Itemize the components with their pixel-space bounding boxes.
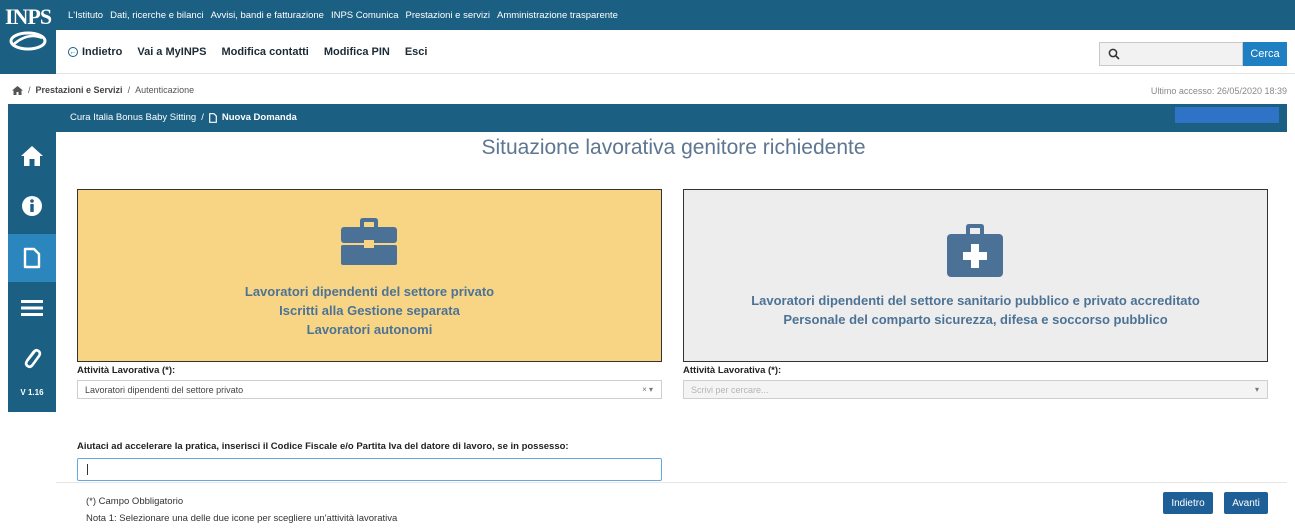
activity-select-left-value: Lavoratori dipendenti del settore privat… <box>85 384 244 395</box>
back-button[interactable]: Indietro <box>1163 492 1213 514</box>
breadcrumb: / Prestazioni e Servizi / Autenticazione… <box>0 80 1295 102</box>
search-input[interactable] <box>1099 42 1243 66</box>
card-left-line1: Lavoratori dipendenti del settore privat… <box>244 284 495 299</box>
file-icon <box>208 112 217 123</box>
user-box <box>1175 107 1279 123</box>
sidebar-item-menu[interactable] <box>8 284 56 332</box>
activity-label-left: Attività Lavorativa (*): <box>77 365 176 376</box>
employer-cf-input[interactable] <box>77 458 662 481</box>
card-left-line3: Lavoratori autonomi <box>306 322 433 337</box>
top-link-trasparente[interactable]: Amministrazione trasparente <box>497 10 618 21</box>
sidebar-item-attachments[interactable] <box>8 334 56 382</box>
service-crumb-sep: / <box>201 112 204 123</box>
app-version: V 1.16 <box>20 388 44 397</box>
activity-label-right: Attività Lavorativa (*): <box>683 365 782 376</box>
text-caret <box>87 464 88 475</box>
nav-pin-link[interactable]: Modifica PIN <box>324 46 390 58</box>
nav-exit-link[interactable]: Esci <box>405 46 428 58</box>
nav-back-label: Indietro <box>82 46 123 58</box>
service-page: Nuova Domanda <box>221 112 297 123</box>
breadcrumb-sep: / <box>127 85 131 95</box>
info-icon <box>22 196 42 216</box>
nav-myinps-link[interactable]: Vai a MyINPS <box>137 46 206 58</box>
user-nav-bar: ← Indietro Vai a MyINPS Modifica contatt… <box>56 30 1295 74</box>
activity-select-right-placeholder: Scrivi per cercare... <box>691 384 769 395</box>
next-button[interactable]: Avanti <box>1224 492 1268 514</box>
menu-icon <box>21 300 43 316</box>
top-link-istituto[interactable]: L'Istituto <box>68 10 103 21</box>
paperclip-icon <box>24 348 42 369</box>
required-note: (*) Campo Obbligatorio <box>86 496 184 507</box>
home-icon[interactable] <box>12 85 23 95</box>
top-link-comunica[interactable]: INPS Comunica <box>331 10 399 21</box>
top-link-prestazioni[interactable]: Prestazioni e servizi <box>406 10 490 21</box>
nav-back-link[interactable]: ← Indietro <box>68 46 122 58</box>
activity-select-left[interactable]: Lavoratori dipendenti del settore privat… <box>77 380 662 399</box>
divider <box>56 482 1287 483</box>
document-icon <box>23 247 41 269</box>
inps-logo[interactable]: INPS <box>0 0 56 74</box>
search-button[interactable]: Cerca <box>1243 42 1287 66</box>
arrow-left-circle-icon: ← <box>68 47 78 57</box>
search-icon <box>1108 48 1120 60</box>
last-access: Ultimo accesso: 26/05/2020 18:39 <box>1150 86 1287 96</box>
card-private-workers[interactable]: Lavoratori dipendenti del settore privat… <box>77 189 662 362</box>
top-link-avvisi[interactable]: Avvisi, bandi e fatturazione <box>211 10 324 21</box>
chevron-down-icon: ▾ <box>1254 385 1259 394</box>
sidebar-item-info[interactable] <box>8 182 56 230</box>
nav-contacts-link[interactable]: Modifica contatti <box>221 46 308 58</box>
briefcase-icon <box>341 218 397 265</box>
logo-emblem-icon <box>9 31 47 51</box>
top-link-dati[interactable]: Dati, ricerche e bilanci <box>110 10 203 21</box>
card-left-line2: Iscritti alla Gestione separata <box>279 303 460 318</box>
card-health-security-workers[interactable]: Lavoratori dipendenti del settore sanita… <box>683 189 1268 362</box>
activity-select-right[interactable]: Scrivi per cercare... ▾ <box>683 380 1268 399</box>
breadcrumb-sep: / <box>28 85 31 95</box>
card-right-line1: Lavoratori dipendenti del settore sanita… <box>751 293 1200 308</box>
page-title: Situazione lavorativa genitore richieden… <box>481 136 866 159</box>
employer-cf-label: Aiutaci ad accelerare la pratica, inseri… <box>77 441 569 452</box>
card-right-line2: Personale del comparto sicurezza, difesa… <box>783 312 1168 327</box>
selection-note: Nota 1: Selezionare una delle due icone … <box>86 513 398 524</box>
logo-text: INPS <box>4 4 52 29</box>
service-header: Cura Italia Bonus Baby Sitting / Nuova D… <box>56 104 1287 132</box>
sidebar-item-document[interactable] <box>8 234 56 282</box>
top-links: L'Istituto Dati, ricerche e bilanci Avvi… <box>68 0 618 30</box>
clear-dropdown-icon[interactable]: × ▾ <box>642 385 653 394</box>
breadcrumb-prestazioni[interactable]: Prestazioni e Servizi <box>36 85 123 95</box>
breadcrumb-autenticazione: Autenticazione <box>135 85 195 95</box>
medical-kit-icon <box>947 224 1003 277</box>
service-crumb[interactable]: Cura Italia Bonus Baby Sitting <box>70 112 196 123</box>
